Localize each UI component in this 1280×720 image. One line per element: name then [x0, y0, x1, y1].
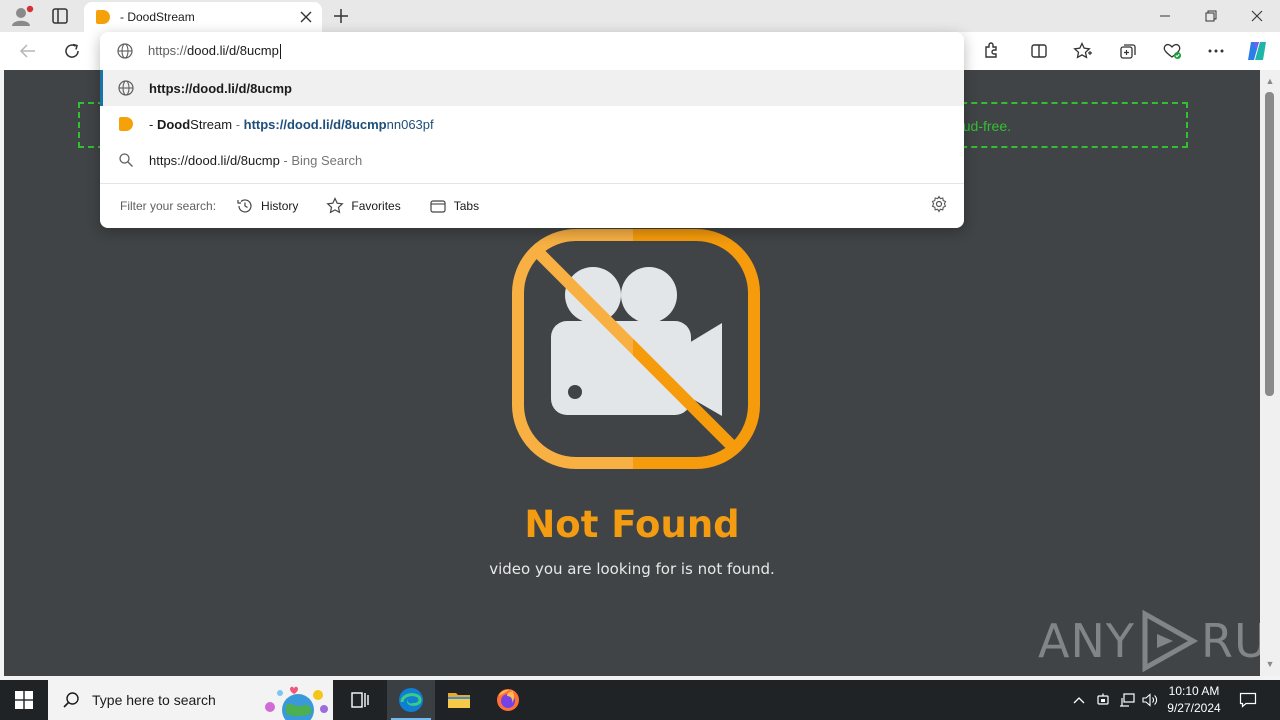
address-text: https://dood.li/d/8ucmp: [148, 42, 281, 60]
more-options-icon[interactable]: [1203, 38, 1229, 64]
search-filter-bar: Filter your search: History Favorites Ta…: [100, 183, 964, 228]
filter-label: Filter your search:: [120, 199, 217, 213]
close-tab-icon[interactable]: [292, 3, 320, 31]
anyrun-watermark: ANY RUN: [1038, 610, 1280, 672]
tab-actions-icon[interactable]: [50, 6, 70, 26]
filter-history[interactable]: History: [236, 197, 298, 215]
star-icon: [326, 197, 345, 214]
ad-text: ud-free.: [962, 118, 1011, 134]
title-bar: - DoodStream: [0, 0, 1280, 32]
restore-icon[interactable]: [1188, 0, 1234, 32]
doodstream-favicon-icon: [116, 114, 136, 134]
page-scrollbar[interactable]: ▲ ▼: [1260, 70, 1280, 676]
suggestion-url[interactable]: https://dood.li/d/8ucmp: [100, 70, 964, 106]
not-found-heading: Not Found: [524, 503, 740, 546]
not-found-message: video you are looking for is not found.: [489, 560, 775, 578]
clock-date: 9/27/2024: [1167, 701, 1221, 715]
new-tab-icon[interactable]: [330, 5, 352, 27]
taskbar-edge-icon[interactable]: [387, 680, 435, 720]
split-screen-icon[interactable]: [1026, 38, 1052, 64]
scroll-up-icon[interactable]: ▲: [1265, 76, 1275, 86]
tray-device-icon[interactable]: [1094, 680, 1112, 720]
play-logo-icon: [1142, 610, 1199, 672]
suggestion-search-text: https://dood.li/d/8ucmp - Bing Search: [149, 152, 363, 168]
extensions-icon[interactable]: [978, 38, 1004, 64]
taskbar-file-explorer-icon[interactable]: [435, 680, 483, 720]
suggestion-history-text: - DoodStream - https://dood.li/d/8ucmpnn…: [149, 116, 434, 132]
back-arrow-icon[interactable]: [15, 38, 41, 64]
copilot-icon[interactable]: [1244, 38, 1270, 64]
address-text-prefix: https://: [148, 42, 188, 58]
watermark-left-text: ANY: [1038, 614, 1135, 668]
tab-title: - DoodStream: [120, 10, 195, 24]
filter-favorites[interactable]: Favorites: [326, 197, 401, 215]
search-highlight-globe-icon: [260, 683, 330, 720]
history-icon: [237, 199, 252, 213]
suggestion-history[interactable]: - DoodStream - https://dood.li/d/8ucmpnn…: [100, 106, 964, 142]
address-text-main: dood.li/d/8ucmp: [187, 42, 279, 58]
close-window-icon[interactable]: [1234, 0, 1280, 32]
search-icon: [62, 691, 80, 709]
tray-network-icon[interactable]: [1117, 680, 1137, 720]
scroll-down-icon[interactable]: ▼: [1265, 659, 1275, 669]
tray-overflow-chevron-icon[interactable]: [1070, 680, 1088, 720]
video-unavailable-icon: [512, 229, 760, 469]
search-settings-gear-icon[interactable]: [930, 195, 950, 215]
taskbar-firefox-icon[interactable]: [484, 680, 532, 720]
globe-icon: [116, 78, 136, 98]
clock-time: 10:10 AM: [1168, 684, 1220, 698]
browser-essentials-icon[interactable]: [1159, 38, 1185, 64]
address-bar-dropdown: https://dood.li/d/8ucmp https://dood.li/…: [100, 32, 964, 228]
browser-tab[interactable]: - DoodStream: [84, 2, 322, 32]
tabs-icon: [430, 200, 446, 213]
refresh-icon[interactable]: [59, 38, 85, 64]
profile-icon[interactable]: [10, 5, 34, 27]
minimize-icon[interactable]: [1142, 0, 1188, 32]
taskbar-clock[interactable]: 10:10 AM 9/27/2024: [1158, 683, 1230, 717]
suggestion-search[interactable]: https://dood.li/d/8ucmp - Bing Search: [100, 142, 964, 178]
windows-start-icon[interactable]: [0, 680, 48, 720]
address-bar-input[interactable]: https://dood.li/d/8ucmp: [100, 32, 964, 70]
scrollbar-thumb[interactable]: [1265, 92, 1274, 396]
suggestion-url-text: https://dood.li/d/8ucmp: [149, 80, 292, 96]
favorites-icon[interactable]: [1070, 38, 1096, 64]
search-icon: [116, 150, 136, 170]
doodstream-favicon-icon: [96, 10, 110, 24]
filter-tabs[interactable]: Tabs: [429, 197, 479, 215]
windows-taskbar: Type here to search 10:10 AM 9/27/2024: [0, 680, 1280, 720]
tray-volume-icon[interactable]: [1141, 680, 1159, 720]
globe-icon: [116, 42, 134, 60]
task-view-icon[interactable]: [336, 680, 384, 720]
taskbar-search-box[interactable]: Type here to search: [48, 680, 333, 720]
collections-icon[interactable]: [1115, 38, 1141, 64]
notifications-icon[interactable]: [1236, 680, 1260, 720]
taskbar-search-placeholder: Type here to search: [92, 692, 216, 708]
